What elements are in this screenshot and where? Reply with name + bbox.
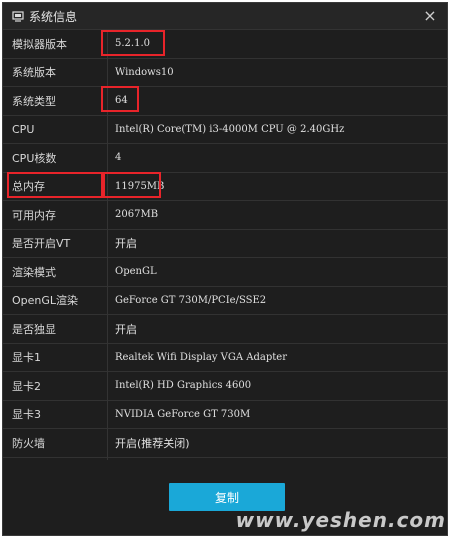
title-bar: 系统信息 × <box>3 3 447 30</box>
row-value: Realtek Wifi Display VGA Adapter <box>115 351 287 363</box>
table-row: CPU核数 4 <box>3 144 447 173</box>
row-value: Intel(R) Core(TM) i3-4000M CPU @ 2.40GHz <box>115 123 345 135</box>
row-value: NVIDIA GeForce GT 730M <box>115 408 251 420</box>
row-value: 开启 <box>115 322 137 336</box>
table-row: 渲染模式 OpenGL <box>3 258 447 287</box>
close-icon[interactable]: × <box>421 7 439 25</box>
row-value: Intel(R) HD Graphics 4600 <box>115 380 252 392</box>
row-value: GeForce GT 730M/PCIe/SSE2 <box>115 294 267 306</box>
table-row: 模拟器版本 5.2.1.0 <box>3 30 447 59</box>
row-value: 2067MB <box>115 209 159 221</box>
row-label: 可用内存 <box>12 208 56 222</box>
table-row: 显卡1 Realtek Wifi Display VGA Adapter <box>3 344 447 372</box>
row-label: 系统版本 <box>12 66 56 80</box>
row-value: 64 <box>115 95 128 107</box>
copy-button[interactable]: 复制 <box>169 483 285 511</box>
row-label: 是否开启VT <box>12 237 71 251</box>
row-label: CPU <box>12 122 35 136</box>
info-table: 模拟器版本 5.2.1.0 系统版本 Windows10 系统类型 64 CPU… <box>3 30 447 458</box>
row-label: 显卡1 <box>12 351 41 365</box>
row-label: 显卡2 <box>12 379 41 393</box>
table-row: 是否开启VT 开启 <box>3 230 447 258</box>
monitor-icon <box>12 10 24 22</box>
row-label: 是否独显 <box>12 322 56 336</box>
row-label: 系统类型 <box>12 94 56 108</box>
row-value: 开启 <box>115 237 137 251</box>
table-row: 显卡2 Intel(R) HD Graphics 4600 <box>3 372 447 401</box>
row-value: Windows10 <box>115 66 174 78</box>
watermark: www.yeshen.com <box>235 508 446 532</box>
row-value: 11975MB <box>115 180 165 192</box>
row-label: 模拟器版本 <box>12 37 67 51</box>
dialog-title: 系统信息 <box>29 9 78 24</box>
row-label: 渲染模式 <box>12 265 56 279</box>
row-label: OpenGL渲染 <box>12 294 79 308</box>
row-label: 显卡3 <box>12 408 41 422</box>
column-divider <box>107 30 108 460</box>
table-row: OpenGL渲染 GeForce GT 730M/PCIe/SSE2 <box>3 287 447 315</box>
table-row: 防火墙 开启(推荐关闭) <box>3 429 447 458</box>
row-label: 总内存 <box>12 180 45 194</box>
row-value: 4 <box>115 152 122 164</box>
system-info-dialog: 系统信息 × 模拟器版本 5.2.1.0 系统版本 Windows10 系统类型… <box>2 2 448 536</box>
row-value: OpenGL <box>115 266 157 278</box>
table-row: 显卡3 NVIDIA GeForce GT 730M <box>3 401 447 429</box>
row-label: CPU核数 <box>12 151 57 165</box>
table-row: 是否独显 开启 <box>3 315 447 344</box>
table-row: 系统类型 64 <box>3 87 447 116</box>
table-row: 总内存 11975MB <box>3 173 447 201</box>
table-row: 可用内存 2067MB <box>3 201 447 230</box>
row-value: 开启(推荐关闭) <box>115 436 190 450</box>
table-row: 系统版本 Windows10 <box>3 59 447 87</box>
row-value: 5.2.1.0 <box>115 38 150 50</box>
table-row: CPU Intel(R) Core(TM) i3-4000M CPU @ 2.4… <box>3 116 447 144</box>
row-label: 防火墙 <box>12 436 45 450</box>
